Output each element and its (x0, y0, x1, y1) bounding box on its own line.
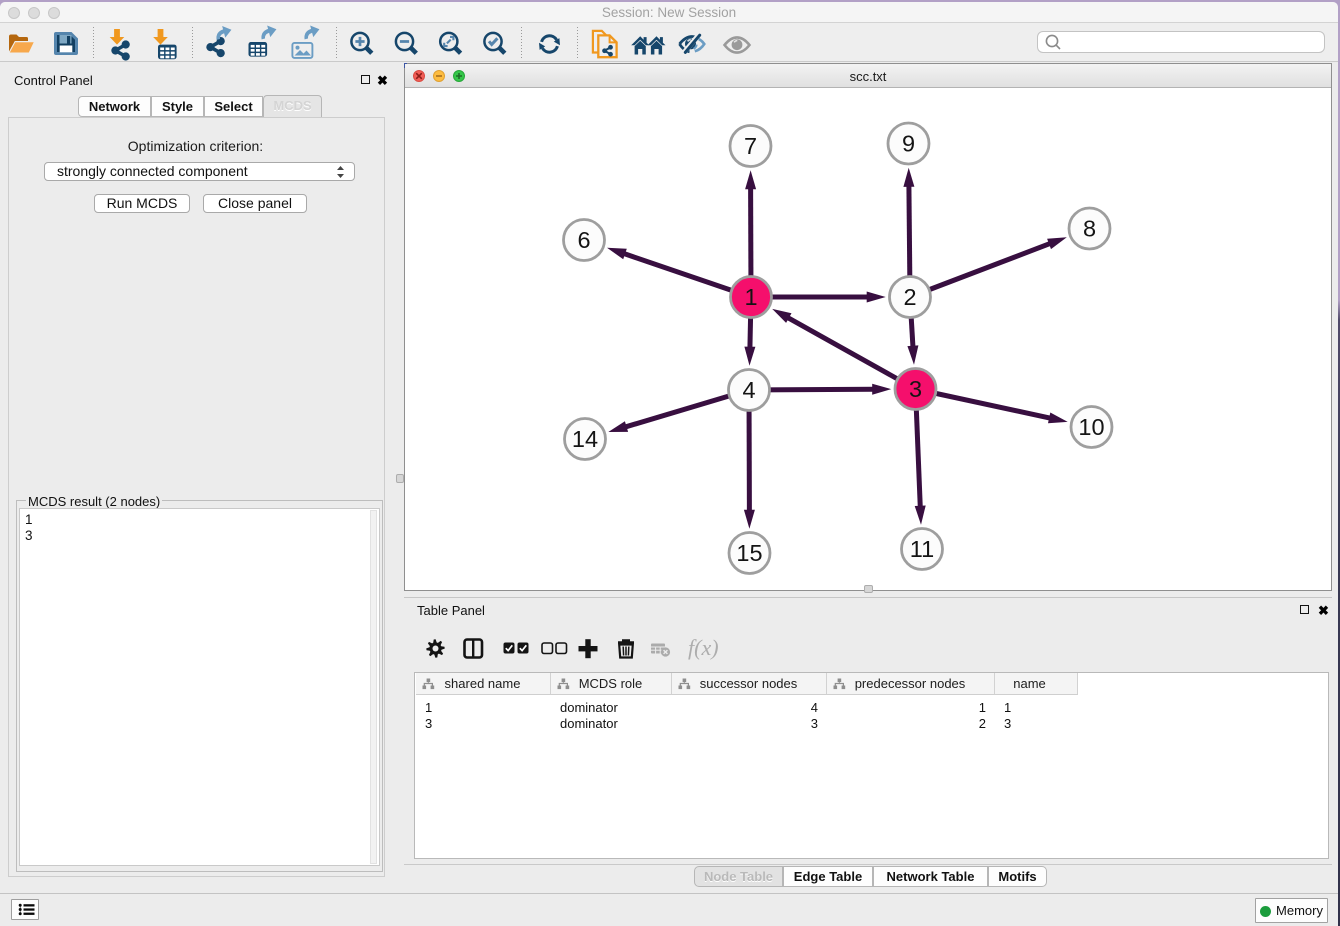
svg-text:15: 15 (736, 540, 762, 566)
svg-text:3: 3 (909, 376, 922, 402)
svg-text:f(x): f(x) (688, 635, 719, 660)
svg-text:11: 11 (910, 536, 934, 562)
svg-text:6: 6 (577, 227, 590, 253)
svg-text:2: 2 (903, 284, 916, 310)
svg-text:1: 1 (744, 284, 757, 310)
svg-text:8: 8 (1083, 216, 1096, 242)
svg-text:14: 14 (572, 426, 598, 452)
svg-text:10: 10 (1078, 414, 1104, 440)
svg-text:9: 9 (902, 131, 915, 157)
svg-text:4: 4 (742, 377, 755, 403)
svg-text:7: 7 (744, 133, 757, 159)
